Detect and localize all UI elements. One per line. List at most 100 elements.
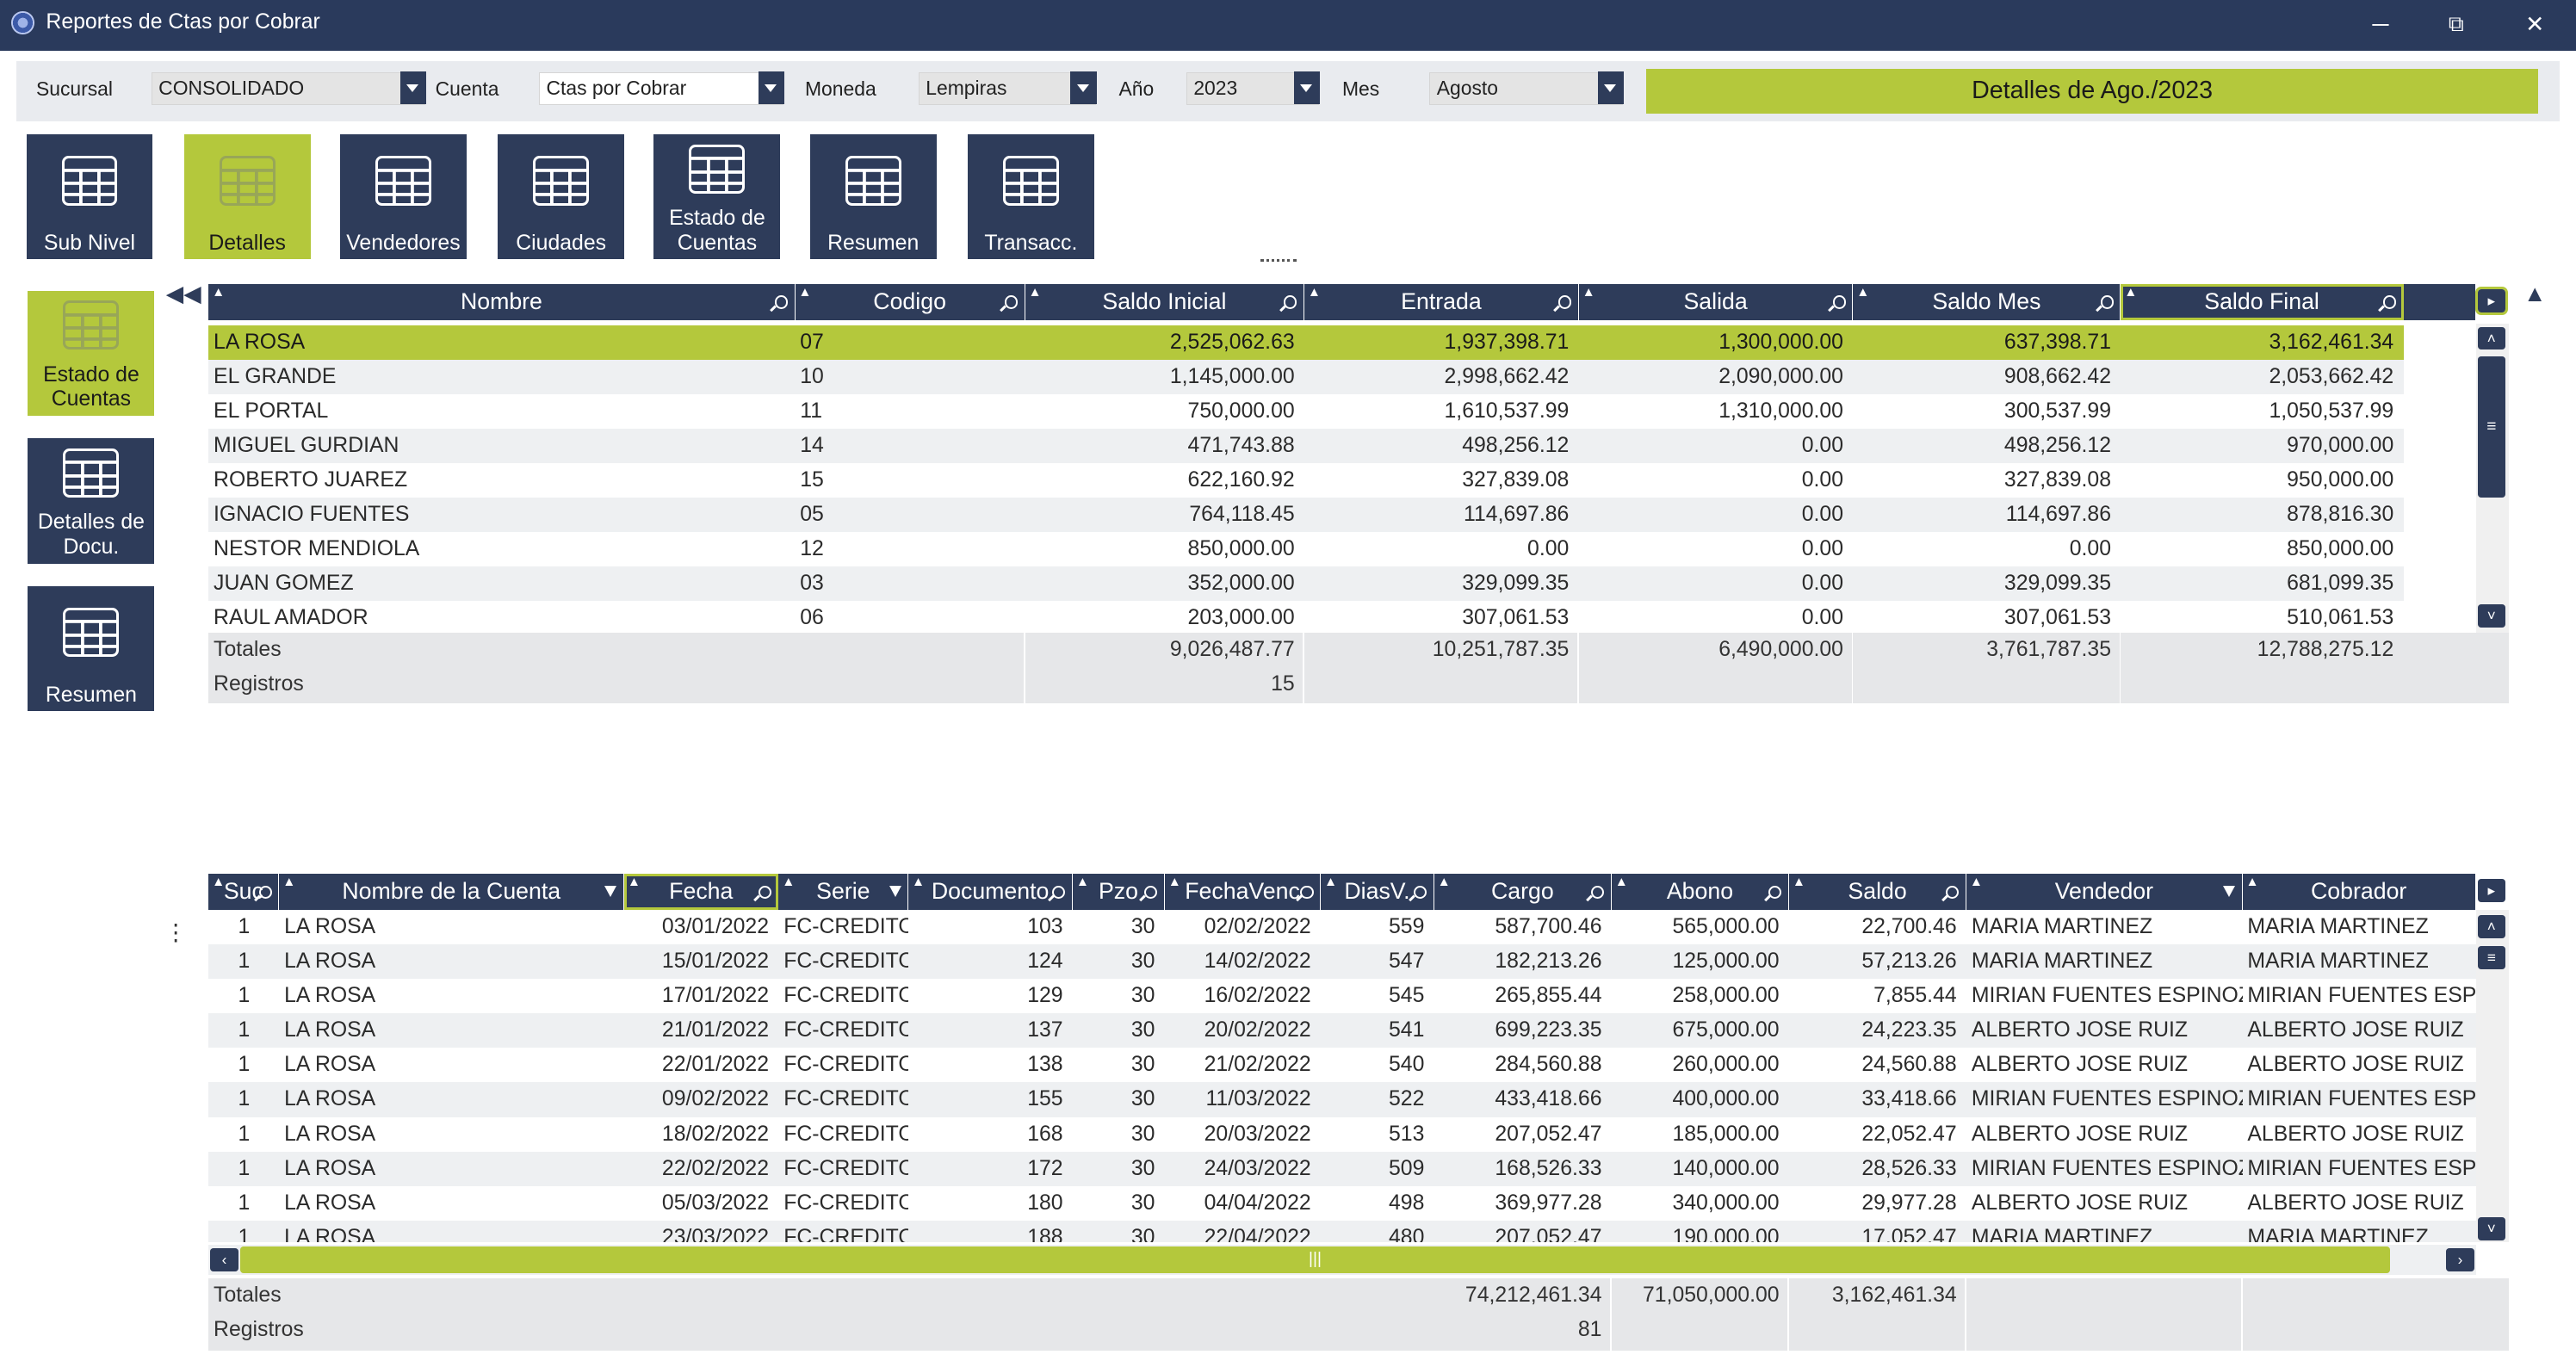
search-icon[interactable] xyxy=(1768,885,1782,899)
table-row[interactable]: ROBERTO JUAREZ 15 622,160.92 327,839.08 0.00… xyxy=(208,463,2403,498)
chevron-down-icon[interactable] xyxy=(1070,71,1097,105)
upper-col-header[interactable]: Codigo ▲ xyxy=(795,284,1025,321)
chevron-down-icon[interactable]: ˅ xyxy=(2477,604,2505,628)
side-estado-de-cuentas-button[interactable]: Estado de Cuentas xyxy=(28,290,155,416)
table-row[interactable]: 1 LA ROSA 22/01/2022 FC-CREDITO 138 30 21/02/2… xyxy=(208,1048,2475,1082)
table-row[interactable]: IGNACIO FUENTES 05 764,118.45 114,697.86 0.0… xyxy=(208,498,2404,533)
lower-col-header[interactable]: Suc ▲ xyxy=(208,874,280,911)
search-icon[interactable] xyxy=(2100,295,2114,309)
lower-col-header[interactable]: Pzo ▲ xyxy=(1073,874,1165,911)
collapse-left-icon[interactable]: ◀◀ xyxy=(166,281,201,307)
filter-icon[interactable] xyxy=(604,885,617,897)
filter-icon[interactable] xyxy=(2223,885,2236,897)
scroll-top-icon[interactable]: ▲ xyxy=(2523,281,2546,307)
chevron-right-icon[interactable]: › xyxy=(2446,1248,2474,1271)
sort-arrow-icon[interactable]: ▲ xyxy=(212,875,225,888)
horizontal-scroll-thumb[interactable]: ||| xyxy=(239,1246,2391,1273)
table-row[interactable]: 1 LA ROSA 09/02/2022 FC-CREDITO 155 30 11/03/2… xyxy=(208,1082,2476,1117)
search-icon[interactable] xyxy=(1052,885,1066,899)
table-row[interactable]: EL PORTAL 11 750,000.00 1,610,537.99 1,310,0… xyxy=(208,394,2403,429)
scroll-thumb[interactable]: ≡ xyxy=(2477,356,2505,498)
table-row[interactable]: 1 LA ROSA 17/01/2022 FC-CREDITO 129 30 16/02/2… xyxy=(208,979,2475,1013)
drag-handle-icon[interactable]: ⋮ xyxy=(164,921,188,944)
table-row[interactable]: RAUL AMADOR 06 203,000.00 307,061.53 0.00 307… xyxy=(208,601,2403,635)
sort-arrow-icon[interactable]: ▲ xyxy=(1793,875,1805,888)
search-icon[interactable] xyxy=(1946,885,1960,899)
chevron-up-icon[interactable]: ˄ xyxy=(2477,326,2505,350)
lower-col-header[interactable]: Abono ▲ xyxy=(1611,874,1789,911)
estado-de-cuentas-button[interactable]: Estado de Cuentas xyxy=(653,134,781,260)
chevron-down-icon[interactable] xyxy=(399,71,427,105)
lower-col-header[interactable]: Documento ▲ xyxy=(908,874,1074,911)
scroll-thumb[interactable]: ≡ xyxy=(2477,946,2505,969)
sort-arrow-icon[interactable]: ▲ xyxy=(2124,286,2137,299)
table-row[interactable]: 1 LA ROSA 21/01/2022 FC-CREDITO 137 30 20/02/2… xyxy=(208,1013,2476,1048)
sort-arrow-icon[interactable]: ▲ xyxy=(798,286,811,299)
sort-arrow-icon[interactable]: ▲ xyxy=(212,286,225,299)
chevron-left-icon[interactable]: ‹ xyxy=(210,1248,238,1271)
table-row[interactable]: 1 LA ROSA 15/01/2022 FC-CREDITO 124 30 14/02/2… xyxy=(208,944,2476,980)
sort-arrow-icon[interactable]: ▲ xyxy=(282,875,295,888)
moneda-select[interactable]: Lempiras xyxy=(918,71,1097,106)
upper-col-header[interactable]: Saldo Mes ▲ xyxy=(1853,284,2121,321)
side-detalles-docu-button[interactable]: Detalles de Docu. xyxy=(28,438,155,564)
sort-arrow-icon[interactable]: ▲ xyxy=(1076,875,1089,888)
search-icon[interactable] xyxy=(1284,295,1297,309)
lower-col-header[interactable]: Saldo ▲ xyxy=(1789,874,1967,911)
sort-arrow-icon[interactable]: ▲ xyxy=(628,875,641,888)
table-row[interactable]: EL GRANDE 10 1,145,000.00 2,998,662.42 2,090… xyxy=(208,359,2404,394)
upper-col-header[interactable]: Salida ▲ xyxy=(1578,284,1854,321)
upper-col-header[interactable]: Saldo Final ▲ xyxy=(2121,284,2404,321)
sort-arrow-icon[interactable]: ▲ xyxy=(1324,875,1337,888)
table-row[interactable]: 1 LA ROSA 05/03/2022 FC-CREDITO 180 30 04/04/2… xyxy=(208,1186,2475,1221)
chevron-down-icon[interactable] xyxy=(758,71,785,105)
search-icon[interactable] xyxy=(1832,295,1846,309)
sort-arrow-icon[interactable]: ▲ xyxy=(912,875,925,888)
lower-col-header[interactable]: FechaVenc ▲ xyxy=(1164,874,1322,911)
search-icon[interactable] xyxy=(758,885,771,899)
search-icon[interactable] xyxy=(1591,885,1605,899)
sort-arrow-icon[interactable]: ▲ xyxy=(1308,286,1321,299)
lower-col-header[interactable]: Nombre de la Cuenta ▲ xyxy=(279,874,625,911)
search-icon[interactable] xyxy=(1144,885,1158,899)
search-icon[interactable] xyxy=(1557,295,1572,309)
ciudades-button[interactable]: Ciudades xyxy=(498,134,625,260)
lower-col-header[interactable]: Cargo ▲ xyxy=(1434,874,1612,911)
horizontal-scrollbar[interactable]: ‹ ||| › xyxy=(208,1245,2476,1275)
side-resumen-button[interactable]: Resumen xyxy=(28,586,155,712)
table-row[interactable]: LA ROSA 07 2,525,062.63 1,937,398.71 1,300,0… xyxy=(208,325,2404,360)
sort-arrow-icon[interactable]: ▲ xyxy=(1168,875,1181,888)
table-row[interactable]: 1 LA ROSA 23/03/2022 FC-CREDITO 188 30 22/04/2… xyxy=(208,1220,2476,1242)
cuenta-select[interactable]: Ctas por Cobrar xyxy=(538,71,785,106)
search-icon[interactable] xyxy=(1004,295,1019,309)
upper-vertical-scrollbar[interactable]: ˄ ≡ ˅ xyxy=(2475,323,2509,633)
lower-vertical-scrollbar[interactable]: ˄ ≡ ˅ xyxy=(2475,910,2509,1242)
vendedores-button[interactable]: Vendedores xyxy=(339,134,467,260)
search-icon[interactable] xyxy=(1413,885,1427,899)
lower-col-header[interactable]: Fecha ▲ xyxy=(624,874,779,911)
sort-arrow-icon[interactable]: ▲ xyxy=(1856,286,1869,299)
chevron-down-icon[interactable] xyxy=(1597,71,1625,105)
sort-arrow-icon[interactable]: ▲ xyxy=(782,875,795,888)
sort-arrow-icon[interactable]: ▲ xyxy=(1970,875,1983,888)
sucursal-select[interactable]: CONSOLIDADO xyxy=(151,71,427,106)
sort-arrow-icon[interactable]: ▲ xyxy=(1438,875,1451,888)
chevron-down-icon[interactable]: ˅ xyxy=(2477,1216,2505,1240)
chevron-up-icon[interactable]: ˄ xyxy=(2477,914,2505,938)
table-row[interactable]: NESTOR MENDIOLA 12 850,000.00 0.00 0.00 0.00 8… xyxy=(208,532,2403,566)
upper-col-header[interactable]: Nombre ▲ xyxy=(208,284,796,321)
sort-arrow-icon[interactable]: ▲ xyxy=(1029,286,1042,299)
table-row[interactable]: 1 LA ROSA 03/01/2022 FC-CREDITO 103 30 02/02/2… xyxy=(208,910,2475,944)
upper-col-header[interactable]: Entrada ▲ xyxy=(1304,284,1579,321)
search-icon[interactable] xyxy=(1300,885,1314,899)
lower-col-header[interactable]: Serie ▲ xyxy=(778,874,909,911)
search-icon[interactable] xyxy=(258,885,272,899)
search-icon[interactable] xyxy=(774,295,788,309)
sort-arrow-icon[interactable]: ▲ xyxy=(2245,875,2258,888)
minimize-button[interactable]: ─ xyxy=(2356,7,2405,43)
restore-button[interactable]: ⧉ xyxy=(2431,7,2480,43)
lower-col-header[interactable]: Vendedor ▲ xyxy=(1966,874,2243,911)
anio-select[interactable]: 2023 xyxy=(1186,71,1321,106)
chevron-right-icon[interactable]: ▸ xyxy=(2474,286,2508,315)
upper-col-header[interactable]: Saldo Inicial ▲ xyxy=(1025,284,1305,321)
